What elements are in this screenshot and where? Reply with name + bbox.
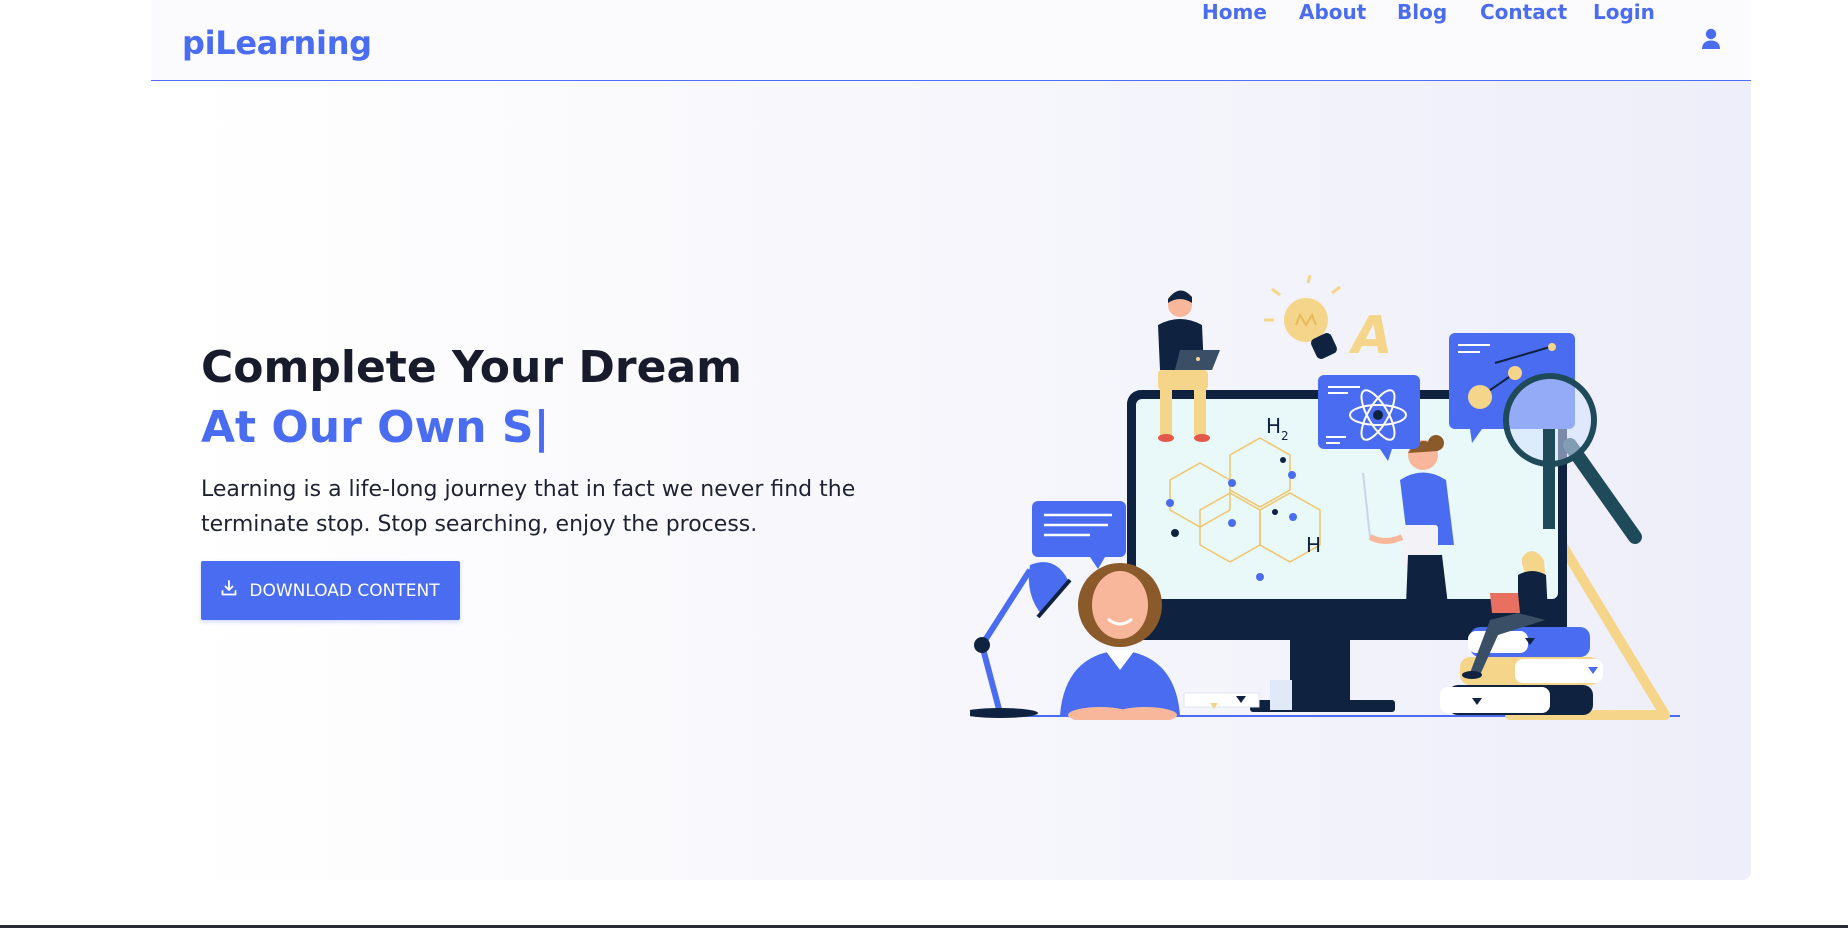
book-stack-icon <box>1440 627 1603 715</box>
nav-login[interactable]: Login <box>1593 0 1655 24</box>
chat-bubble-icon <box>1032 501 1126 569</box>
download-content-button[interactable]: DOWNLOAD CONTENT <box>201 561 460 620</box>
page: piLearning Home About Blog Contact Login… <box>0 0 1848 928</box>
nav-contact[interactable]: Contact <box>1480 0 1567 24</box>
hero-description: Learning is a life-long journey that in … <box>201 477 856 537</box>
formula-h-label: H <box>1306 533 1321 557</box>
nav-blog[interactable]: Blog <box>1397 0 1447 24</box>
atom-speech-bubble-icon <box>1318 375 1420 461</box>
hero-illustration: H 2 H A <box>962 274 1690 723</box>
letter-a-icon: A <box>1346 305 1397 366</box>
user-icon[interactable] <box>1701 28 1721 50</box>
download-icon <box>221 580 237 601</box>
brand-logo[interactable]: piLearning <box>182 24 372 62</box>
desk-lamp-icon <box>962 562 1072 718</box>
hero-typed-text: At Our Own S| <box>201 402 550 453</box>
nav-home[interactable]: Home <box>1202 0 1267 24</box>
hero-title: Complete Your Dream <box>201 342 742 393</box>
nav-about[interactable]: About <box>1299 0 1366 24</box>
download-button-label: DOWNLOAD CONTENT <box>249 580 440 601</box>
formula-h2-label: H <box>1266 414 1281 438</box>
light-bulb-icon <box>1264 274 1341 359</box>
formula-subscript: 2 <box>1281 429 1289 443</box>
papers-icon <box>1183 680 1292 710</box>
navbar: piLearning Home About Blog Contact Login <box>151 0 1751 81</box>
